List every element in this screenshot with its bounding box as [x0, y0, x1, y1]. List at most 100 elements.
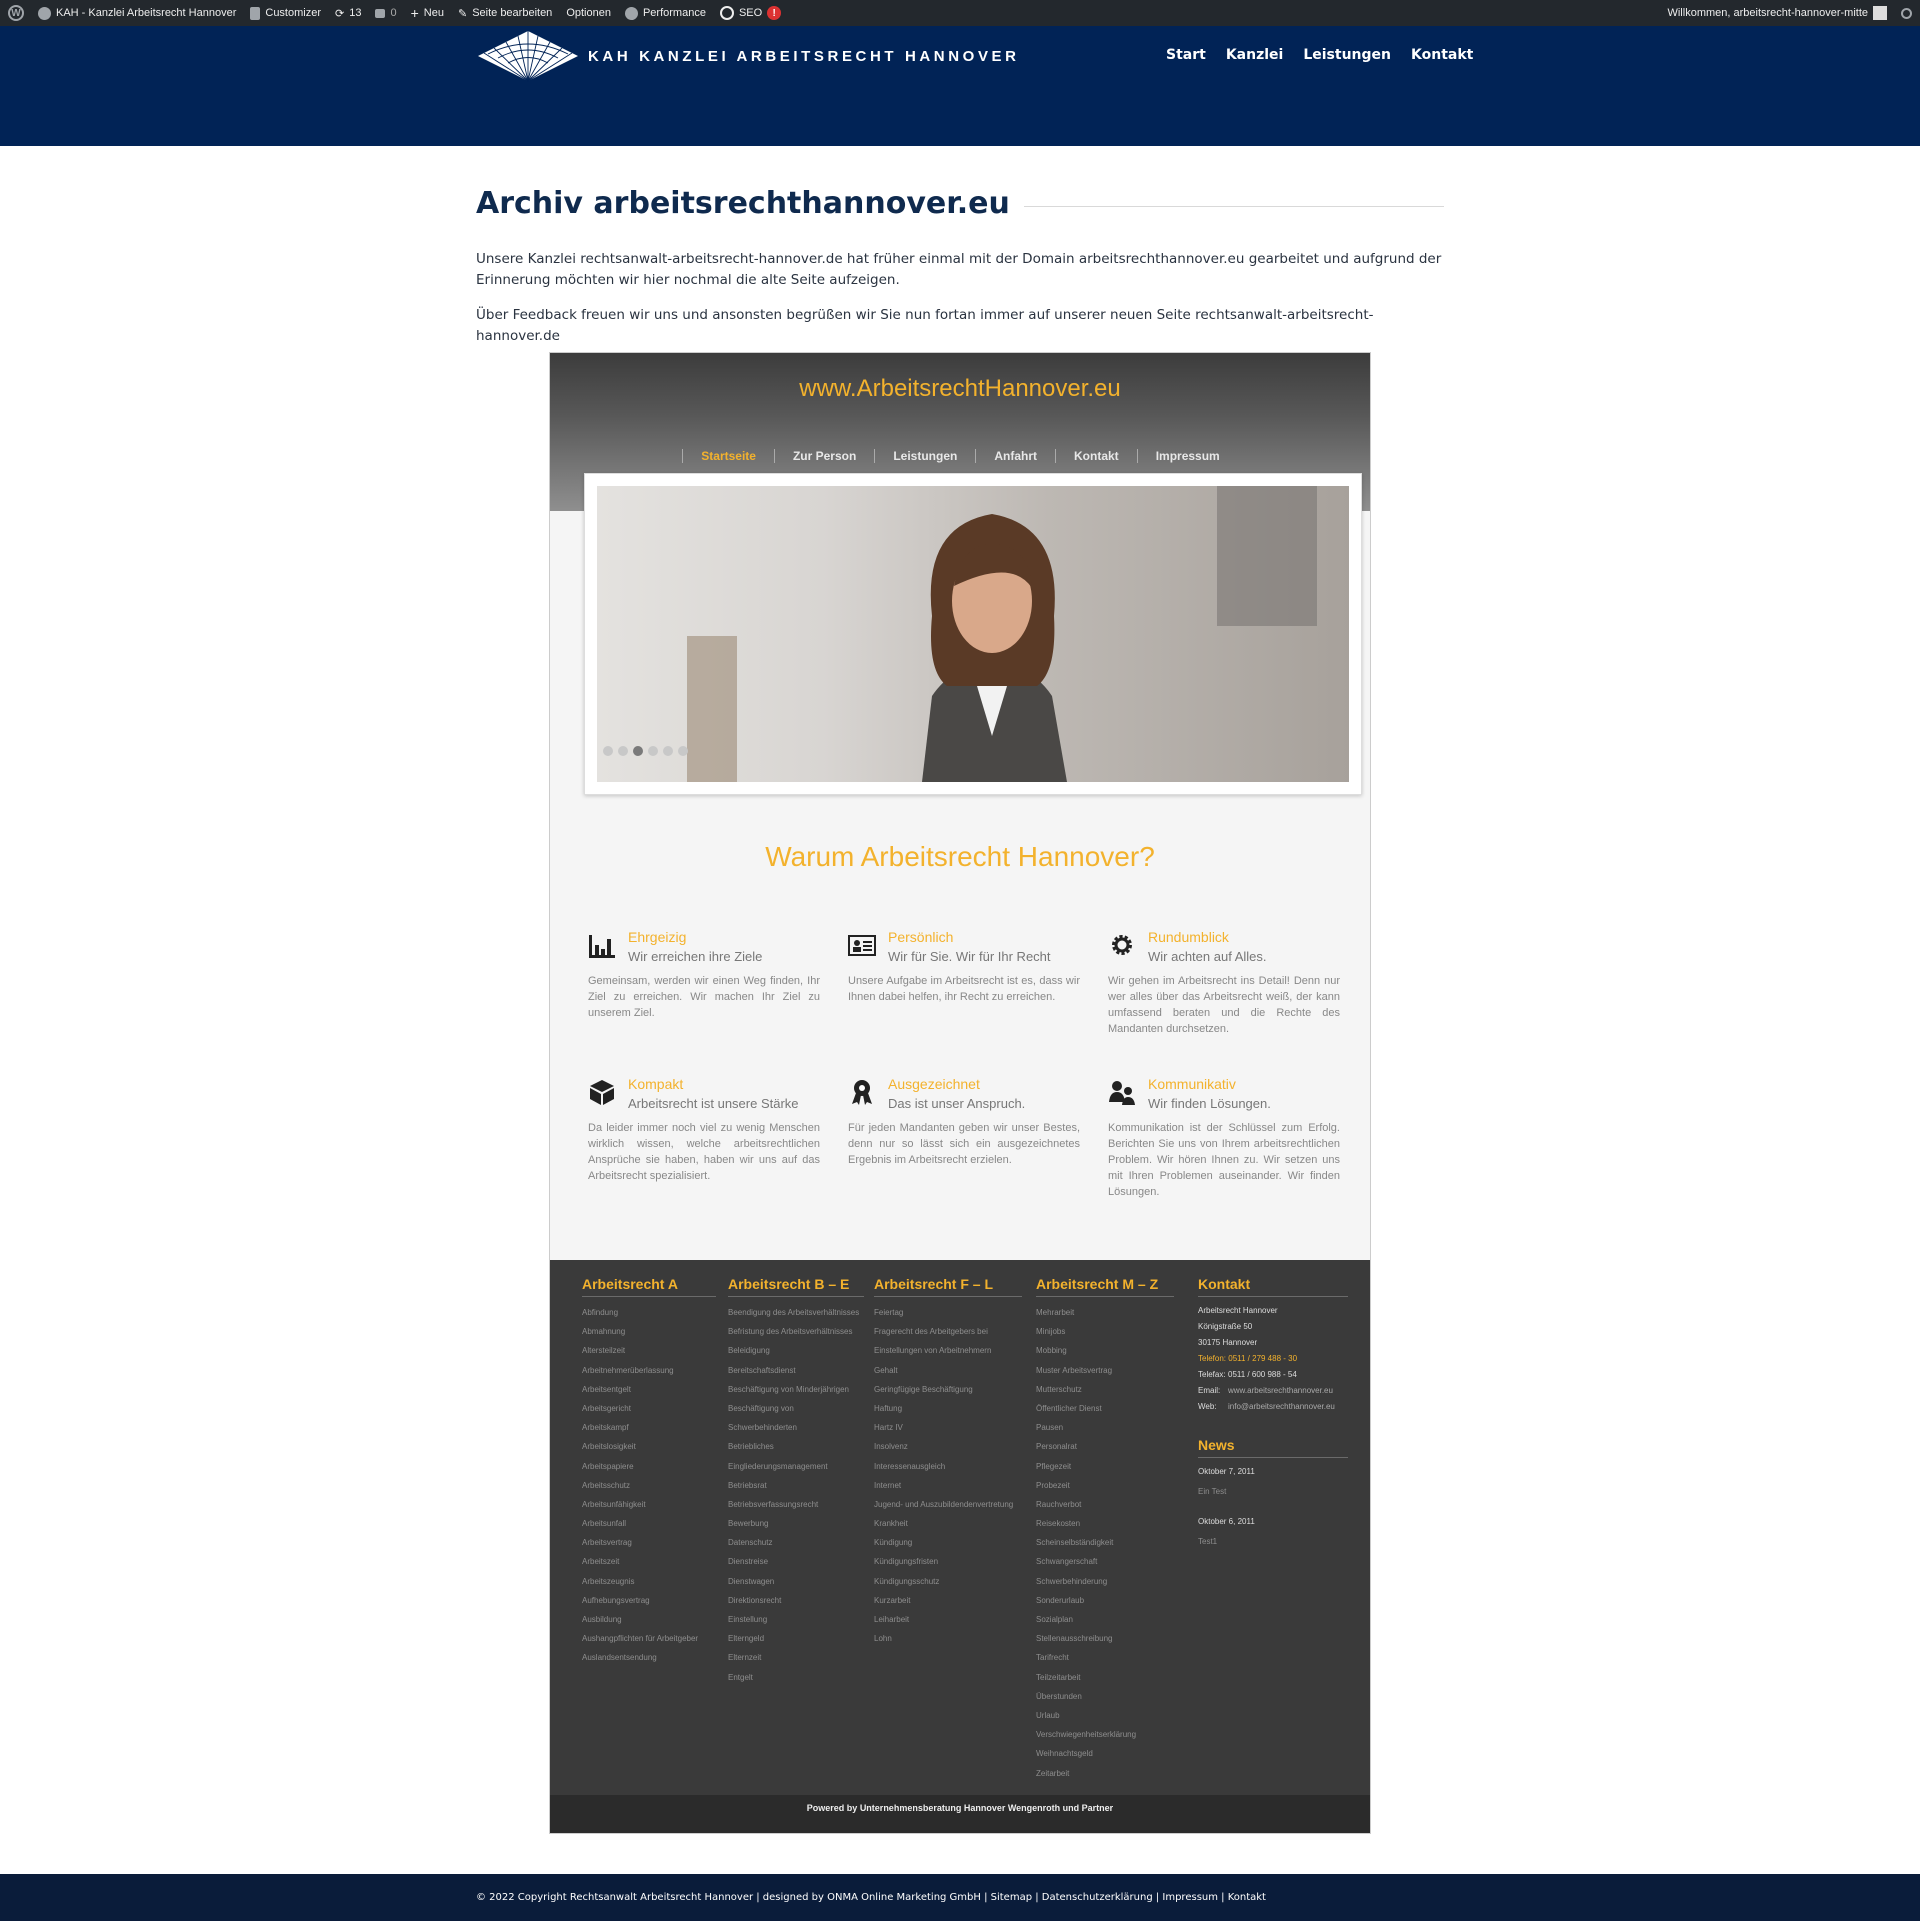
award-icon	[852, 1080, 872, 1105]
new-content-link[interactable]: + Neu	[411, 5, 444, 21]
footer-link: Eingliederungsmanagement	[728, 1461, 828, 1471]
feedback-paragraph: Über Feedback freuen wir uns und ansonst…	[476, 307, 1374, 344]
footer-link: Schwerbehinderung	[1036, 1576, 1108, 1586]
options-link[interactable]: Optionen	[566, 7, 611, 19]
nav-kanzlei[interactable]: Kanzlei	[1226, 47, 1284, 63]
nav-leistungen[interactable]: Leistungen	[1303, 47, 1391, 63]
footer-link: Verschwiegenheitserklärung	[1036, 1730, 1137, 1740]
footer-link: Betriebsverfassungsrecht	[728, 1499, 819, 1509]
footer-link: Befristung des Arbeitsverhältnisses	[728, 1327, 853, 1337]
person-photo-icon	[922, 514, 1067, 782]
footer-link: Reisekosten	[1036, 1519, 1081, 1529]
footer-link: Abmahnung	[582, 1327, 626, 1337]
footer-link: Kündigung	[874, 1538, 913, 1548]
performance-link[interactable]: Performance	[624, 6, 706, 20]
page-title: Archiv arbeitsrechthannover.eu	[476, 186, 1444, 221]
footer-link: Entgelt	[728, 1672, 753, 1682]
updates-link[interactable]: ⟳ 13	[335, 7, 361, 20]
footer-link: Feiertag	[874, 1308, 904, 1317]
footer-link: Jugend- und Auszubildendenvertretung	[874, 1499, 1014, 1509]
hero-photo	[597, 486, 1349, 782]
footer-link: Zeitarbeit	[1036, 1768, 1070, 1778]
account-link[interactable]: Willkommen, arbeitsrecht-hannover-mitte	[1667, 6, 1887, 20]
slider-dot	[648, 746, 658, 756]
footer-link: Muster Arbeitsvertrag	[1036, 1365, 1113, 1375]
footer-link: Aufhebungsvertrag	[582, 1595, 650, 1605]
site-logo[interactable]: KAH KANZLEI ARBEITSRECHT HANNOVER	[476, 30, 1020, 82]
footer-link: Schwerbehinderten	[728, 1423, 797, 1433]
main-nav: Start Kanzlei Leistungen Kontakt	[1166, 47, 1473, 63]
footer-link: Elterngeld	[728, 1634, 765, 1644]
edit-page-link[interactable]: ✎ Seite bearbeiten	[458, 7, 552, 20]
old-nav-zur-person: Zur Person	[773, 449, 874, 463]
title-divider	[1023, 206, 1444, 207]
slider-dots	[603, 746, 688, 756]
site-name-link[interactable]: KAH - Kanzlei Arbeitsrecht Hannover	[38, 6, 236, 20]
site-header: KAH KANZLEI ARBEITSRECHT HANNOVER Start …	[0, 26, 1920, 146]
footer-link: Öffentlicher Dienst	[1036, 1403, 1102, 1413]
refresh-icon: ⟳	[335, 7, 345, 20]
logo-fan-icon	[478, 31, 578, 82]
slider-dot	[663, 746, 673, 756]
search-icon[interactable]	[1901, 7, 1912, 19]
footer-link: Arbeitspapiere	[582, 1461, 634, 1471]
footer-link: Betriebliches	[728, 1442, 774, 1452]
footer-link: Mutterschutz	[1036, 1384, 1082, 1394]
footer-link: Bewerbung	[728, 1519, 769, 1529]
footer-link: Bereitschaftsdienst	[728, 1365, 796, 1375]
footer-link: Aushangpflichten für Arbeitgeber	[582, 1634, 699, 1644]
footer-link: Haftung	[874, 1403, 903, 1413]
footer-link: Personalrat	[1036, 1442, 1077, 1452]
footer-link: Krankheit	[874, 1519, 908, 1529]
footer-link: Lohn	[874, 1634, 892, 1644]
nav-kontakt[interactable]: Kontakt	[1411, 47, 1473, 63]
wordpress-logo-icon[interactable]: W	[8, 5, 24, 21]
footer-link: Urlaub	[1036, 1710, 1060, 1720]
old-nav-leistungen: Leistungen	[874, 449, 975, 463]
bar-chart-icon	[589, 935, 615, 958]
customizer-link[interactable]: Customizer	[250, 6, 321, 20]
footer-link: Geringfügige Beschäftigung	[874, 1384, 973, 1394]
old-site-title: www.ArbeitsrechtHannover.eu	[799, 375, 1121, 402]
slider-dot-active	[633, 746, 643, 756]
dashboard-icon	[38, 6, 51, 20]
seo-alert-badge: !	[767, 6, 782, 20]
footer-link: Internet	[874, 1480, 902, 1490]
footer-link: Interessenausgleich	[874, 1461, 946, 1471]
seo-link[interactable]: SEO!	[719, 6, 782, 20]
slider-dot	[678, 746, 688, 756]
footer-link: Dienstwagen	[728, 1576, 775, 1586]
footer-col-a: Arbeitsrecht A Abfindung Abmahnung Alterst…	[582, 1276, 716, 1668]
footer-link: Mobbing	[1036, 1346, 1067, 1356]
footer-link: Insolvenz	[874, 1442, 908, 1452]
brush-icon	[250, 6, 261, 20]
gear-icon	[1112, 935, 1132, 955]
nav-start[interactable]: Start	[1166, 47, 1206, 63]
comments-link[interactable]: 0	[375, 7, 397, 19]
slider-dot	[618, 746, 628, 756]
footer-link: Arbeitszeit	[582, 1557, 620, 1567]
performance-icon	[624, 6, 638, 20]
footer-link: Arbeitsunfähigkeit	[582, 1499, 646, 1509]
footer-col-f-l: Arbeitsrecht F – L Feiertag Fragerecht de…	[874, 1276, 1022, 1648]
footer-link: Probezeit	[1036, 1480, 1070, 1490]
footer-link: Elternzeit	[728, 1653, 762, 1663]
footer-link: Arbeitszeugnis	[582, 1576, 635, 1586]
old-nav-kontakt: Kontakt	[1055, 449, 1137, 463]
seo-icon	[719, 6, 734, 20]
comment-icon	[375, 8, 386, 18]
old-nav-impressum: Impressum	[1136, 449, 1238, 463]
footer-link: Scheinselbständigkeit	[1036, 1538, 1114, 1548]
pencil-icon: ✎	[457, 7, 468, 20]
footer-link: Teilzeitarbeit	[1036, 1672, 1081, 1682]
footer-link: Datenschutz	[728, 1538, 773, 1548]
footer-link: Überstunden	[1036, 1691, 1082, 1701]
footer-link: Minijobs	[1036, 1327, 1066, 1337]
old-site-copyright: Powered by Unternehmensberatung Hannover…	[550, 1795, 1370, 1833]
slider-dot	[603, 746, 613, 756]
footer-link: Arbeitskampf	[582, 1423, 629, 1433]
footer-link: Abfindung	[582, 1308, 619, 1317]
footer-link: Sozialplan	[1036, 1615, 1073, 1624]
old-site-nav: Startseite Zur Person Leistungen Anfahrt…	[550, 449, 1370, 463]
footer-link: Beschäftigung von	[728, 1403, 794, 1413]
